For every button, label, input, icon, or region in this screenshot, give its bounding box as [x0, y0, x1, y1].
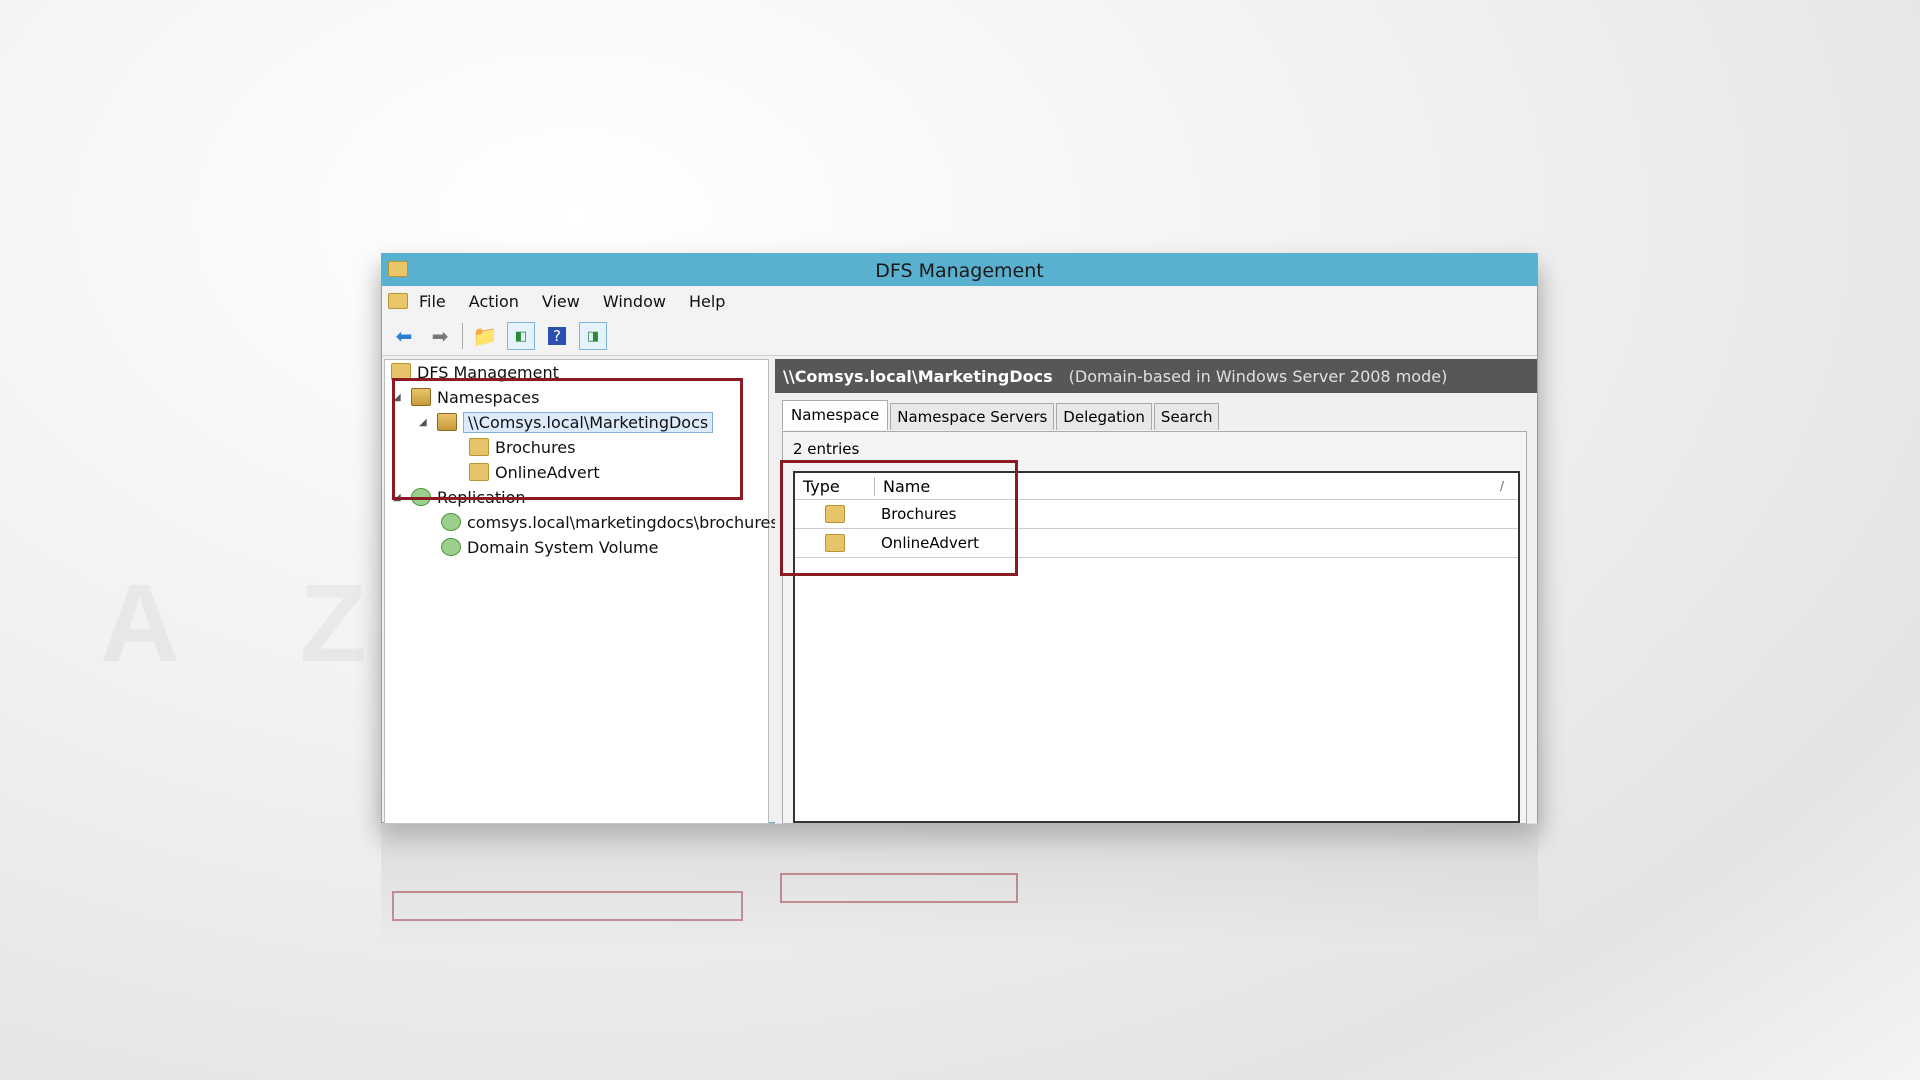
menu-bar: File Action View Window Help — [382, 286, 1537, 317]
replication-group-icon — [441, 538, 461, 556]
highlight-box-list — [780, 460, 1018, 576]
replication-group-icon — [441, 513, 461, 531]
details-pane: \\Comsys.local\MarketingDocs (Domain-base… — [775, 359, 1537, 824]
tab-namespace[interactable]: Namespace — [782, 400, 889, 430]
help-icon[interactable]: ? — [543, 322, 571, 350]
menu-view[interactable]: View — [542, 292, 580, 311]
menu-help[interactable]: Help — [689, 292, 725, 311]
sort-indicator: / — [1499, 479, 1504, 493]
tree-group-label: comsys.local\marketingdocs\brochures — [467, 512, 779, 532]
title-bar: DFS Management — [382, 254, 1537, 286]
tree-replication-group-sysvol[interactable]: Domain System Volume — [441, 535, 658, 559]
menu-action[interactable]: Action — [469, 292, 519, 311]
reflection-highlight — [392, 891, 743, 921]
show-hide-tree-icon[interactable]: ◧ — [507, 322, 535, 350]
tree-group-label: Domain System Volume — [467, 537, 659, 557]
menu-window[interactable]: Window — [603, 292, 666, 311]
forward-arrow-icon[interactable]: ➡ — [426, 322, 454, 350]
entries-count: 2 entries — [793, 440, 860, 458]
window-title: DFS Management — [875, 260, 1044, 282]
window-reflection — [381, 823, 1538, 953]
highlight-box-tree — [392, 378, 743, 500]
tree-replication-group-brochures[interactable]: comsys.local\marketingdocs\brochures — [441, 510, 779, 534]
system-menu-icon[interactable] — [388, 293, 408, 309]
back-arrow-icon[interactable]: ⬅ — [390, 322, 418, 350]
details-tabs: Namespace Namespace Servers Delegation S… — [782, 400, 1221, 430]
namespace-path: \\Comsys.local\MarketingDocs — [783, 366, 1053, 386]
tab-delegation[interactable]: Delegation — [1056, 403, 1152, 430]
details-header: \\Comsys.local\MarketingDocs (Domain-base… — [775, 359, 1537, 393]
up-folder-icon[interactable]: 📁 — [471, 322, 499, 350]
reflection-highlight — [780, 873, 1018, 903]
tab-search[interactable]: Search — [1153, 403, 1220, 430]
tab-namespace-servers[interactable]: Namespace Servers — [890, 403, 1055, 430]
show-hide-action-pane-icon[interactable]: ◨ — [579, 322, 607, 350]
toolbar: ⬅ ➡ 📁 ◧ ? ◨ — [382, 317, 1537, 356]
toolbar-separator — [462, 323, 463, 349]
menu-file[interactable]: File — [419, 292, 446, 311]
namespace-mode: (Domain-based in Windows Server 2008 mod… — [1068, 366, 1448, 386]
